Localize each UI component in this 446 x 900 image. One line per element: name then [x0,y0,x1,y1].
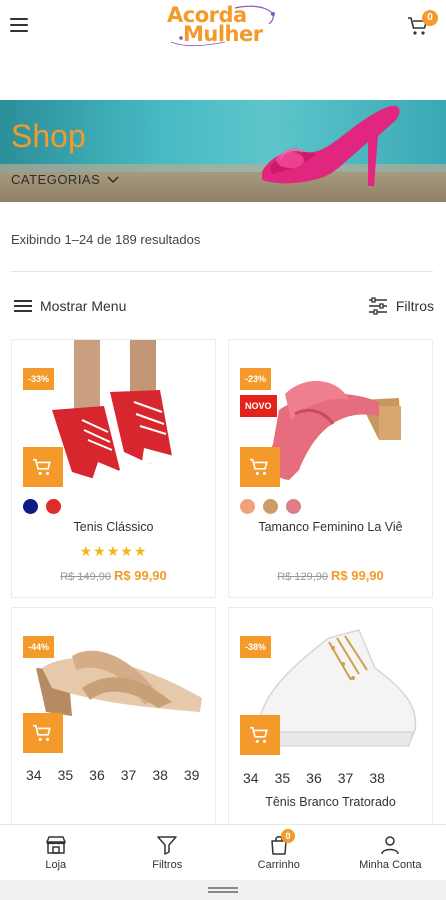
old-price: R$ 129,90 [277,571,328,583]
chevron-down-icon [107,176,119,184]
product-price: R$ 149,90 R$ 99,90 [12,568,215,583]
nav-item-carrinho[interactable]: 0 Carrinho [223,825,335,880]
bottom-navigation: Loja Filtros 0 Carrinho Minha Conta [0,824,446,880]
discount-badge: -33% [23,368,55,390]
size-option[interactable]: 35 [58,767,74,783]
menu-lines-icon [14,297,32,315]
swatch-tan[interactable] [263,499,278,514]
store-logo[interactable]: Acorda Mulher [163,2,283,48]
swatch-navy[interactable] [23,499,38,514]
cart-count-badge: 0 [422,10,438,26]
add-to-cart-button[interactable] [240,447,280,487]
nav-label: Carrinho [257,859,300,871]
store-icon [46,836,66,854]
results-count: Exibindo 1–24 de 189 resultados [11,232,201,247]
size-option[interactable]: 39 [184,767,200,783]
size-option[interactable]: 34 [26,767,42,783]
size-option[interactable]: 38 [152,767,168,783]
logo-text-line2: Mulher [183,22,263,46]
rating-stars: ★★★★★ [79,543,148,559]
filters-button[interactable]: Filtros [368,295,434,317]
new-badge: NOVO [240,395,277,417]
size-option[interactable]: 34 [243,770,259,786]
cart-icon [33,458,51,475]
system-gesture-bar [0,880,446,900]
size-options: 34 35 36 37 38 [243,770,432,786]
sale-price: R$ 99,90 [114,568,167,583]
discount-badge: -44% [23,636,55,658]
user-icon [381,836,399,855]
nav-item-minha-conta[interactable]: Minha Conta [335,825,446,880]
sale-price: R$ 99,90 [331,568,384,583]
nav-item-filtros[interactable]: Filtros [112,825,224,880]
product-price: R$ 129,90 R$ 99,90 [229,568,432,583]
shop-banner: Shop CATEGORIAS [0,100,446,202]
add-to-cart-button[interactable] [23,447,63,487]
nav-label: Loja [45,859,67,871]
nav-label: Filtros [152,859,183,871]
size-option[interactable]: 37 [338,770,354,786]
funnel-icon [157,836,177,855]
filters-label: Filtros [395,298,434,314]
cart-nav-badge: 0 [281,829,295,843]
size-option[interactable]: 37 [121,767,137,783]
hamburger-menu-icon[interactable] [10,18,28,34]
categories-dropdown[interactable]: CATEGORIAS [11,172,119,187]
categories-label: CATEGORIAS [11,172,101,187]
swatch-pink[interactable] [286,499,301,514]
header-cart-button[interactable]: 0 [406,10,438,42]
old-price: R$ 149,90 [60,571,111,583]
product-name[interactable]: Tênis Branco Tratorado [229,795,432,809]
sliders-icon [368,297,387,315]
show-menu-button[interactable]: Mostrar Menu [14,295,126,317]
cart-icon [33,724,51,741]
color-swatches [240,499,301,514]
color-swatches [23,499,61,514]
size-option[interactable]: 36 [306,770,322,786]
product-card[interactable]: -23% NOVO Tamanco Feminino La Viê R$ 129… [228,339,433,598]
product-name[interactable]: Tamanco Feminino La Viê [229,520,432,534]
size-option[interactable]: 36 [89,767,105,783]
add-to-cart-button[interactable] [240,715,280,755]
size-options: 34 35 36 37 38 39 [26,767,215,783]
cart-icon [250,726,268,743]
discount-badge: -38% [240,636,272,658]
add-to-cart-button[interactable] [23,713,63,753]
divider [11,271,433,272]
nav-label: Minha Conta [359,859,422,871]
product-card[interactable]: -44% 34 35 36 37 38 39 [11,607,216,824]
app-header: Acorda Mulher 0 [0,0,446,56]
cart-icon [250,458,268,475]
show-menu-label: Mostrar Menu [40,298,127,314]
page-title: Shop [11,118,86,154]
discount-badge: -23% [240,368,272,390]
size-option[interactable]: 38 [369,770,385,786]
swatch-peach[interactable] [240,499,255,514]
product-card[interactable]: -38% 34 35 36 37 38 Tênis Branco Tratora… [228,607,433,824]
product-card[interactable]: -33% Tenis Clássico ★★★★★ R$ 149,90 R$ 99… [11,339,216,598]
nav-item-loja[interactable]: Loja [0,825,112,880]
size-option[interactable]: 35 [275,770,291,786]
gesture-handle-icon[interactable] [208,887,238,889]
banner-high-heel-image [262,105,400,186]
product-name[interactable]: Tenis Clássico [12,520,215,534]
swatch-red[interactable] [46,499,61,514]
